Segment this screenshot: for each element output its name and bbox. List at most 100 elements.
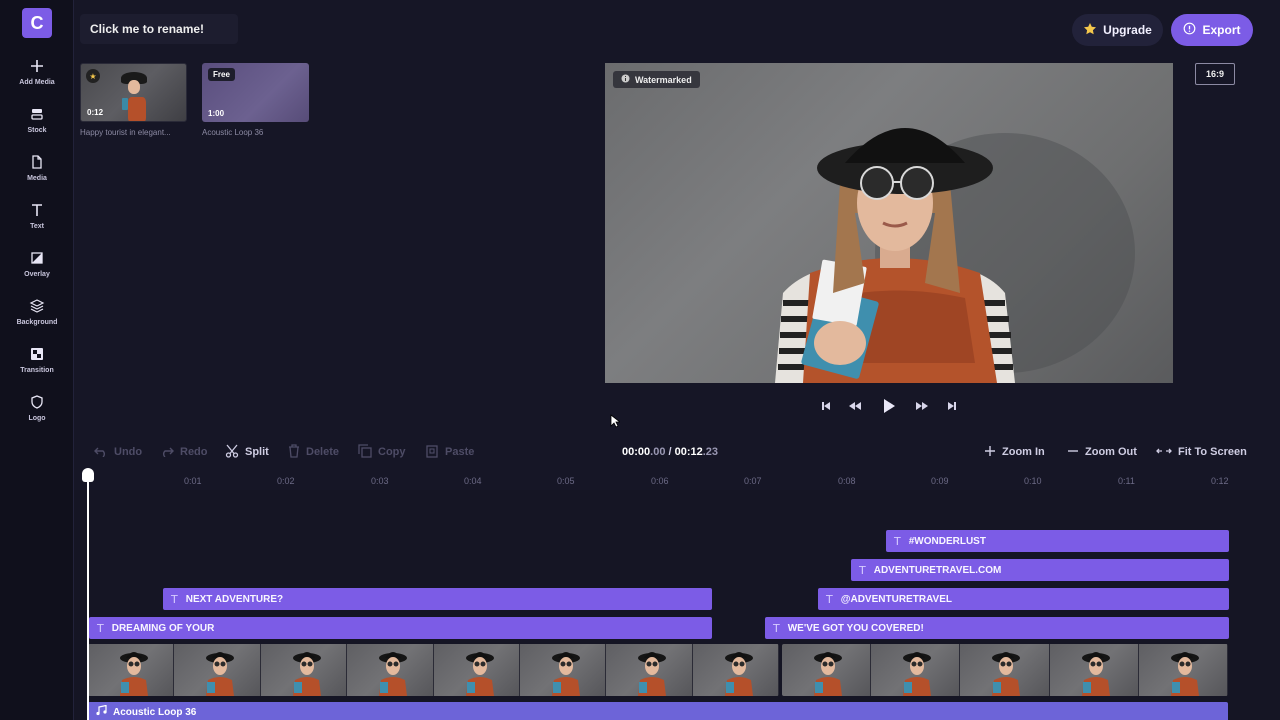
- text-clip[interactable]: T ADVENTURETRAVEL.COM: [851, 559, 1229, 581]
- free-badge: Free: [208, 68, 235, 81]
- fast-forward-icon: [915, 399, 929, 417]
- sidebar-item-transition[interactable]: Transition: [0, 344, 74, 374]
- video-clip[interactable]: [782, 644, 1228, 696]
- sidebar-item-overlay[interactable]: Overlay: [0, 248, 74, 278]
- filmstrip-frame: [692, 644, 779, 696]
- sidebar-item-add-media[interactable]: Add Media: [0, 56, 74, 86]
- sidebar-item-stock[interactable]: Stock: [0, 104, 74, 134]
- sidebar-item-label: Add Media: [19, 79, 55, 86]
- export-icon: [1183, 22, 1196, 38]
- filmstrip-frame: [519, 644, 607, 696]
- filmstrip-frame: [174, 644, 261, 696]
- app-logo[interactable]: C: [22, 8, 52, 38]
- media-item-audio[interactable]: Free 1:00 Acoustic Loop 36: [202, 63, 309, 137]
- fit-to-screen-button[interactable]: Fit To Screen: [1156, 444, 1247, 460]
- sidebar-item-logo[interactable]: Logo: [0, 392, 74, 422]
- audio-clip[interactable]: Acoustic Loop 36: [88, 702, 1228, 720]
- export-button[interactable]: Export: [1171, 14, 1253, 46]
- text-clip[interactable]: T #WONDERLUST: [886, 530, 1229, 552]
- copy-label: Copy: [378, 446, 406, 458]
- media-item-video[interactable]: ★ 0:12 Happy tourist in elegant...: [80, 63, 187, 137]
- playhead-handle[interactable]: [82, 468, 94, 482]
- filmstrip-frame: [782, 644, 872, 696]
- text-clip[interactable]: T DREAMING OF YOUR: [89, 617, 712, 639]
- aspect-ratio-button[interactable]: 16:9: [1195, 63, 1235, 85]
- text-icon: [27, 200, 47, 220]
- sidebar-item-label: Stock: [27, 127, 47, 134]
- skip-back-icon: [820, 399, 832, 417]
- clip-label: NEXT ADVENTURE?: [185, 593, 284, 605]
- text-icon: T: [773, 621, 780, 635]
- sidebar-item-media[interactable]: Media: [0, 152, 74, 182]
- skip-to-start-button[interactable]: [816, 398, 836, 418]
- zoom-in-button[interactable]: Zoom In: [984, 444, 1045, 460]
- timeline-ruler[interactable]: 0:01 0:02 0:03 0:04 0:05 0:06 0:07 0:08 …: [88, 468, 1238, 490]
- total-time: 00:12: [674, 446, 703, 458]
- ruler-tick-label: 0:01: [184, 476, 202, 486]
- zoom-out-label: Zoom Out: [1085, 446, 1137, 458]
- copy-button[interactable]: Copy: [358, 443, 406, 461]
- sidebar-item-label: Overlay: [24, 271, 50, 278]
- filmstrip-frame: [1138, 644, 1228, 696]
- zoom-out-button[interactable]: Zoom Out: [1067, 444, 1137, 460]
- redo-icon: [160, 445, 174, 460]
- ruler-tick-label: 0:12: [1211, 476, 1229, 486]
- ruler-tick-label: 0:11: [1118, 476, 1135, 486]
- play-button[interactable]: [877, 398, 901, 418]
- skip-to-end-button[interactable]: [942, 398, 962, 418]
- sidebar-item-background[interactable]: Background: [0, 296, 74, 326]
- plus-icon: [27, 56, 47, 76]
- filmstrip-frame: [960, 644, 1050, 696]
- redo-button[interactable]: Redo: [160, 444, 208, 460]
- undo-button[interactable]: Undo: [94, 444, 142, 460]
- text-clip[interactable]: T @ADVENTURETRAVEL: [818, 588, 1229, 610]
- clip-label: WE'VE GOT YOU COVERED!: [787, 622, 924, 634]
- star-icon: [1083, 22, 1097, 39]
- upgrade-button[interactable]: Upgrade: [1072, 14, 1163, 46]
- ruler-tick-label: 0:02: [277, 476, 295, 486]
- filmstrip-frame: [871, 644, 961, 696]
- paste-label: Paste: [445, 446, 475, 458]
- filmstrip-frame: [606, 644, 693, 696]
- delete-button[interactable]: Delete: [288, 443, 339, 461]
- text-clip[interactable]: T NEXT ADVENTURE?: [163, 588, 712, 610]
- watermark-label: Watermarked: [635, 74, 692, 85]
- trash-icon: [288, 443, 300, 461]
- video-thumbnail: ★ 0:12: [80, 63, 187, 122]
- video-clip[interactable]: [88, 644, 779, 696]
- paste-button[interactable]: Paste: [425, 444, 474, 460]
- media-duration: 1:00: [208, 109, 225, 118]
- export-label: Export: [1202, 23, 1241, 37]
- info-icon: [621, 74, 630, 85]
- text-icon: T: [826, 592, 833, 606]
- sidebar-item-text[interactable]: Text: [0, 200, 74, 230]
- video-preview[interactable]: Watermarked: [605, 63, 1173, 383]
- ruler-tick-label: 0:04: [464, 476, 482, 486]
- play-icon: [881, 397, 897, 420]
- preview-scene: [775, 128, 1135, 383]
- scissors-icon: [225, 444, 239, 461]
- redo-label: Redo: [180, 446, 208, 458]
- mouse-cursor-icon: [610, 414, 620, 428]
- split-button[interactable]: Split: [225, 444, 269, 460]
- text-clip[interactable]: T WE'VE GOT YOU COVERED!: [765, 617, 1229, 639]
- rewind-button[interactable]: [845, 398, 865, 418]
- media-duration: 0:12: [87, 108, 104, 117]
- transition-icon: [27, 344, 47, 364]
- fast-forward-button[interactable]: [912, 398, 932, 418]
- rewind-icon: [848, 399, 862, 417]
- plus-icon: [984, 445, 996, 460]
- ruler-tick-label: 0:07: [744, 476, 762, 486]
- left-sidebar: C Add Media Stock Media Text Overlay Bac: [0, 0, 74, 720]
- current-time: 00:00: [622, 446, 651, 458]
- filmstrip-frame: [347, 644, 434, 696]
- audio-clip-label: Acoustic Loop 36: [113, 706, 197, 718]
- ruler-tick-label: 0:03: [371, 476, 389, 486]
- fit-to-screen-label: Fit To Screen: [1178, 446, 1247, 458]
- media-title: Happy tourist in elegant...: [80, 128, 171, 137]
- clip-label: DREAMING OF YOUR: [111, 622, 215, 634]
- text-icon: T: [894, 534, 901, 548]
- favorite-star-icon[interactable]: ★: [86, 69, 100, 83]
- project-name-input[interactable]: Click me to rename!: [80, 14, 238, 44]
- copy-icon: [358, 443, 372, 461]
